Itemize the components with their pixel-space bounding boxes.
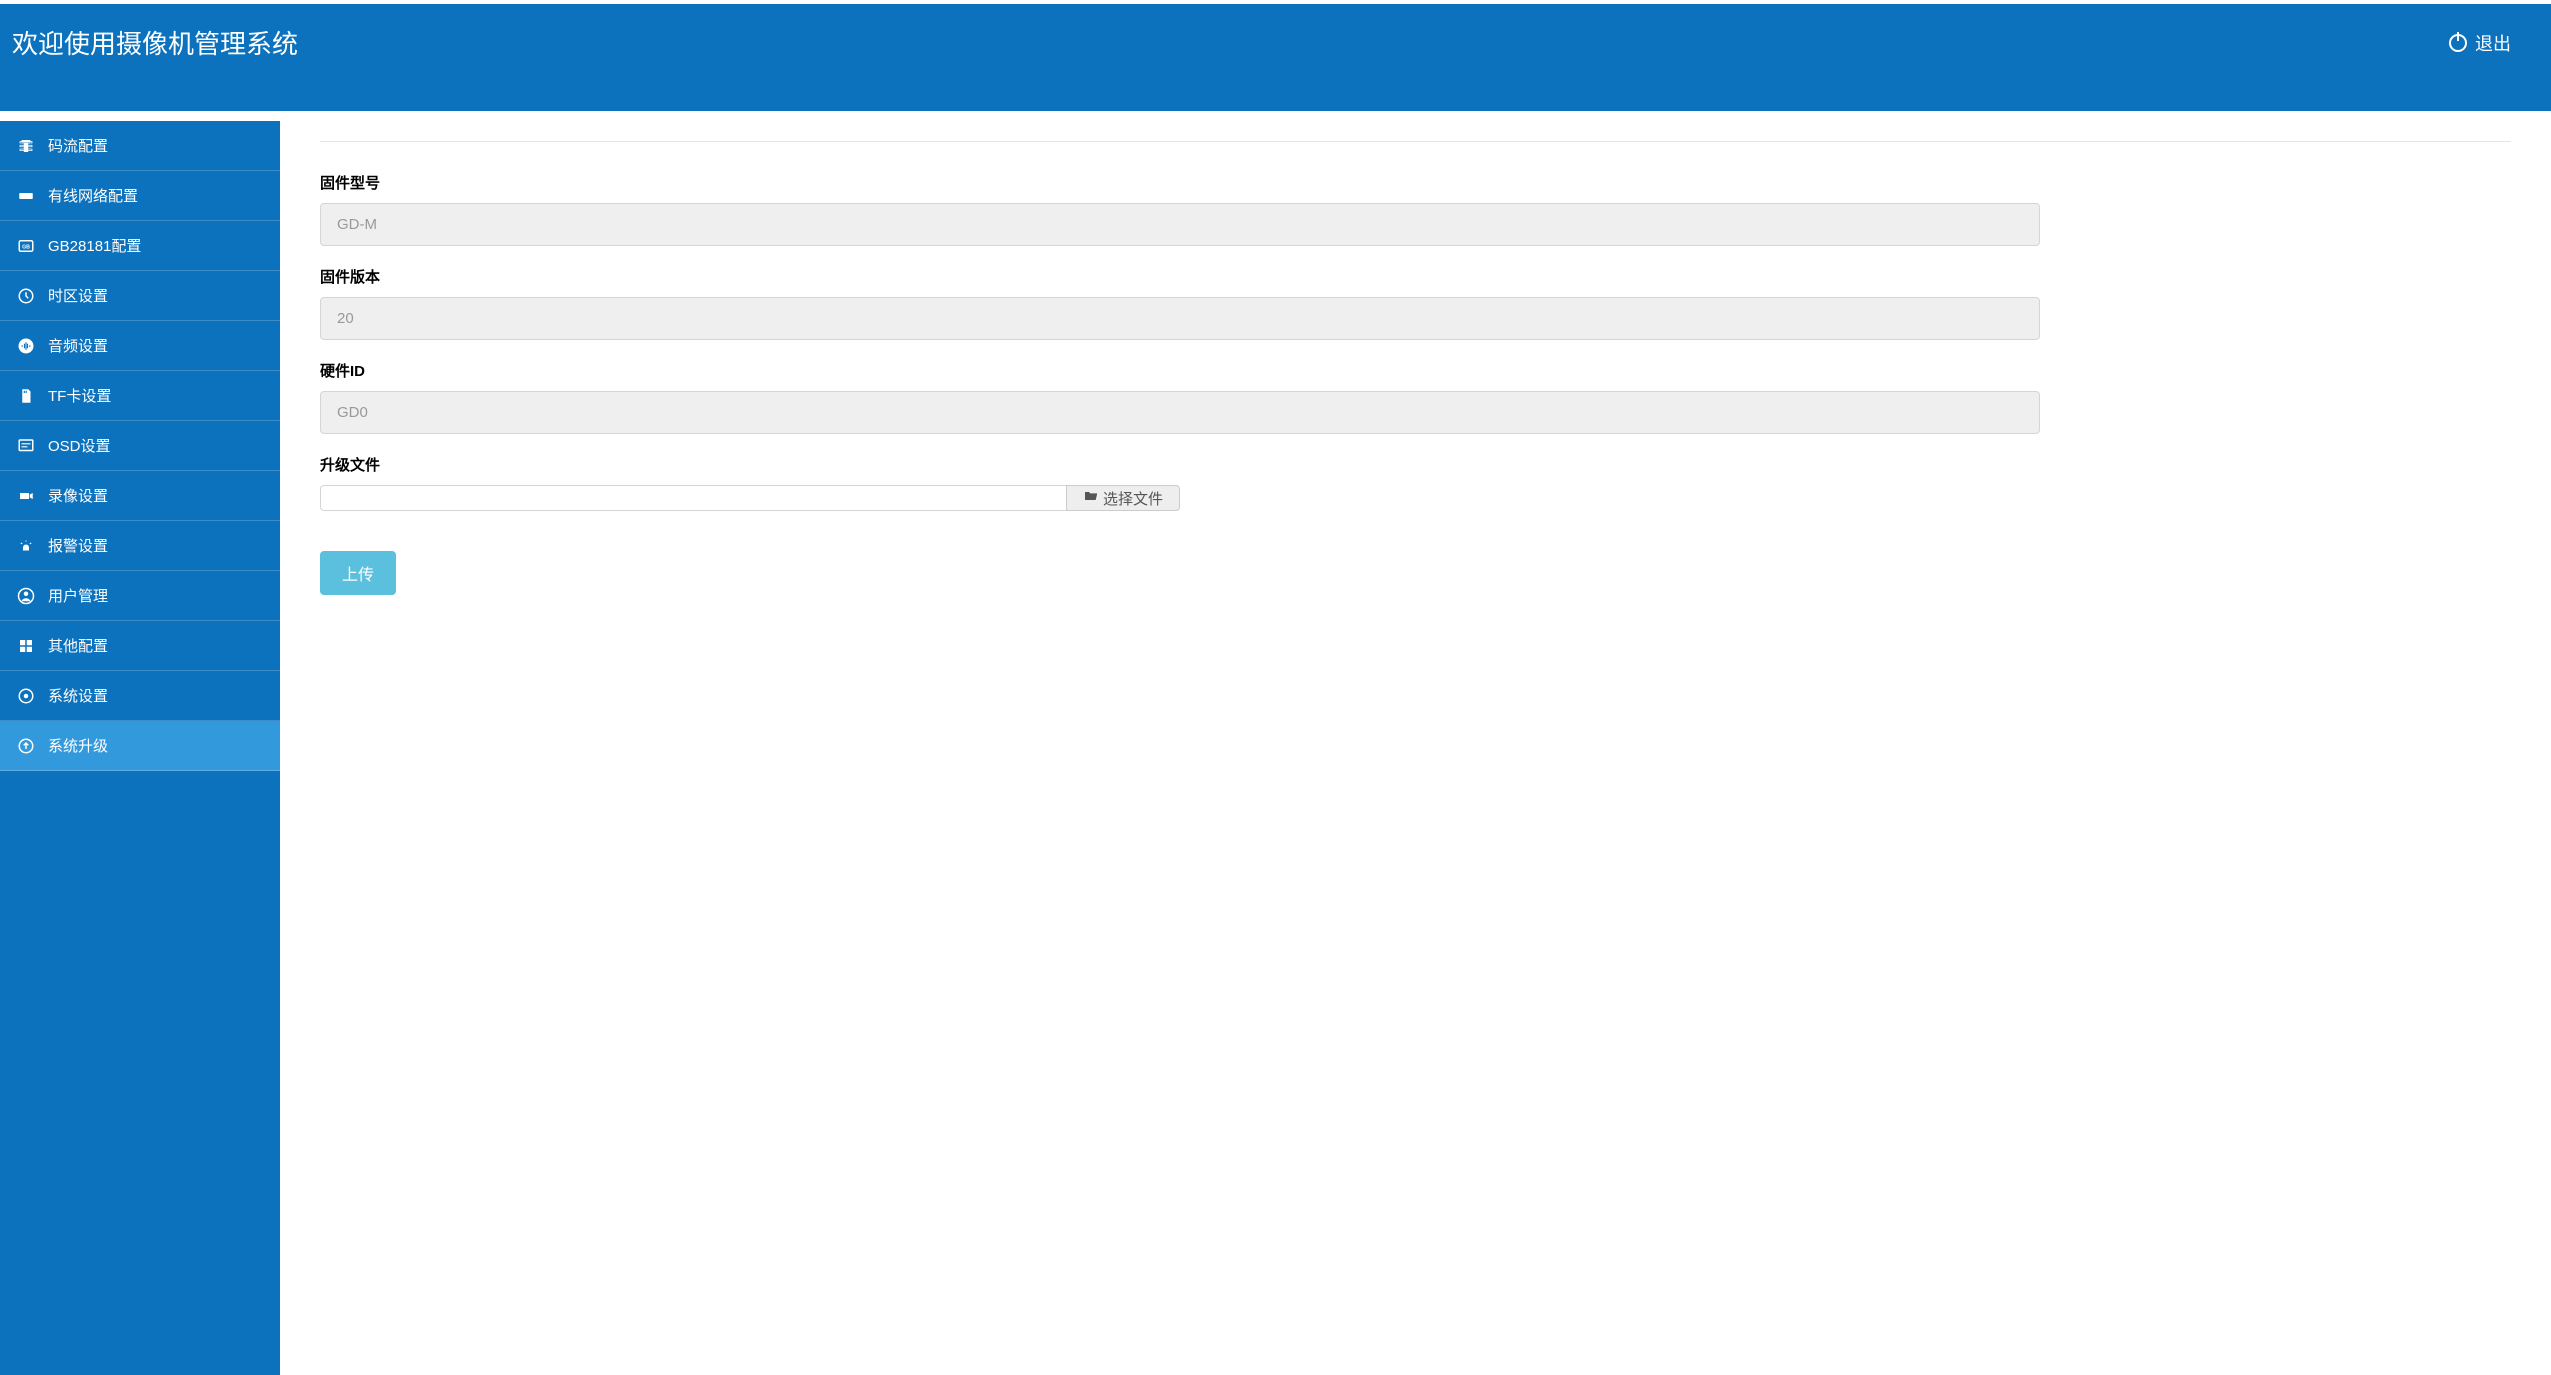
sidebar-item-tfcard[interactable]: TF卡设置 bbox=[0, 371, 280, 421]
sidebar-item-label: 系统设置 bbox=[48, 685, 108, 706]
stream-icon bbox=[16, 136, 36, 156]
sidebar-item-user[interactable]: 用户管理 bbox=[0, 571, 280, 621]
gb-icon: GB bbox=[16, 236, 36, 256]
sidebar: 码流配置 有线网络配置 GB GB28181配置 时区设置 音频设置 bbox=[0, 121, 280, 1375]
sidebar-item-label: GB28181配置 bbox=[48, 235, 141, 256]
sidebar-item-label: 系统升级 bbox=[48, 735, 108, 756]
firmware-model-input bbox=[320, 203, 2040, 246]
file-select-button[interactable]: 选择文件 bbox=[1066, 485, 1180, 511]
divider bbox=[320, 141, 2511, 142]
power-icon bbox=[2449, 34, 2467, 52]
network-icon bbox=[16, 186, 36, 206]
audio-icon bbox=[16, 336, 36, 356]
firmware-version-label: 固件版本 bbox=[320, 266, 2511, 287]
firmware-model-label: 固件型号 bbox=[320, 172, 2511, 193]
sidebar-item-label: 用户管理 bbox=[48, 585, 108, 606]
sidebar-item-alarm[interactable]: 报警设置 bbox=[0, 521, 280, 571]
sidebar-item-system[interactable]: 系统设置 bbox=[0, 671, 280, 721]
logout-button[interactable]: 退出 bbox=[2449, 24, 2531, 56]
hardware-id-input bbox=[320, 391, 2040, 434]
sidebar-item-label: 有线网络配置 bbox=[48, 185, 138, 206]
sidebar-item-audio[interactable]: 音频设置 bbox=[0, 321, 280, 371]
sidebar-item-record[interactable]: 录像设置 bbox=[0, 471, 280, 521]
user-icon bbox=[16, 586, 36, 606]
logout-label: 退出 bbox=[2475, 30, 2511, 56]
sidebar-item-other[interactable]: 其他配置 bbox=[0, 621, 280, 671]
system-icon bbox=[16, 686, 36, 706]
sidebar-item-osd[interactable]: OSD设置 bbox=[0, 421, 280, 471]
clock-icon bbox=[16, 286, 36, 306]
main-content: 固件型号 固件版本 硬件ID 升级文件 选择文件 上传 bbox=[280, 111, 2551, 1375]
record-icon bbox=[16, 486, 36, 506]
sdcard-icon bbox=[16, 386, 36, 406]
sidebar-item-label: 录像设置 bbox=[48, 485, 108, 506]
sidebar-item-label: 码流配置 bbox=[48, 135, 108, 156]
svg-text:GB: GB bbox=[22, 244, 30, 250]
upload-button[interactable]: 上传 bbox=[320, 551, 396, 595]
sidebar-item-label: 其他配置 bbox=[48, 635, 108, 656]
file-select-label: 选择文件 bbox=[1103, 488, 1163, 509]
sidebar-item-label: OSD设置 bbox=[48, 435, 111, 456]
upgrade-icon bbox=[16, 736, 36, 756]
header: 欢迎使用摄像机管理系统 退出 bbox=[0, 4, 2551, 111]
hardware-id-label: 硬件ID bbox=[320, 360, 2511, 381]
osd-icon bbox=[16, 436, 36, 456]
other-icon bbox=[16, 636, 36, 656]
folder-open-icon bbox=[1083, 488, 1099, 508]
sidebar-item-network[interactable]: 有线网络配置 bbox=[0, 171, 280, 221]
sidebar-item-label: 音频设置 bbox=[48, 335, 108, 356]
sidebar-item-label: 时区设置 bbox=[48, 285, 108, 306]
sidebar-item-label: TF卡设置 bbox=[48, 385, 111, 406]
sidebar-item-label: 报警设置 bbox=[48, 535, 108, 556]
upgrade-file-label: 升级文件 bbox=[320, 454, 2511, 475]
sidebar-item-timezone[interactable]: 时区设置 bbox=[0, 271, 280, 321]
alarm-icon bbox=[16, 536, 36, 556]
firmware-version-input bbox=[320, 297, 2040, 340]
sidebar-item-gb28181[interactable]: GB GB28181配置 bbox=[0, 221, 280, 271]
sidebar-item-stream[interactable]: 码流配置 bbox=[0, 121, 280, 171]
upgrade-file-input[interactable] bbox=[320, 485, 1066, 511]
page-title: 欢迎使用摄像机管理系统 bbox=[12, 24, 298, 61]
sidebar-item-upgrade[interactable]: 系统升级 bbox=[0, 721, 280, 771]
